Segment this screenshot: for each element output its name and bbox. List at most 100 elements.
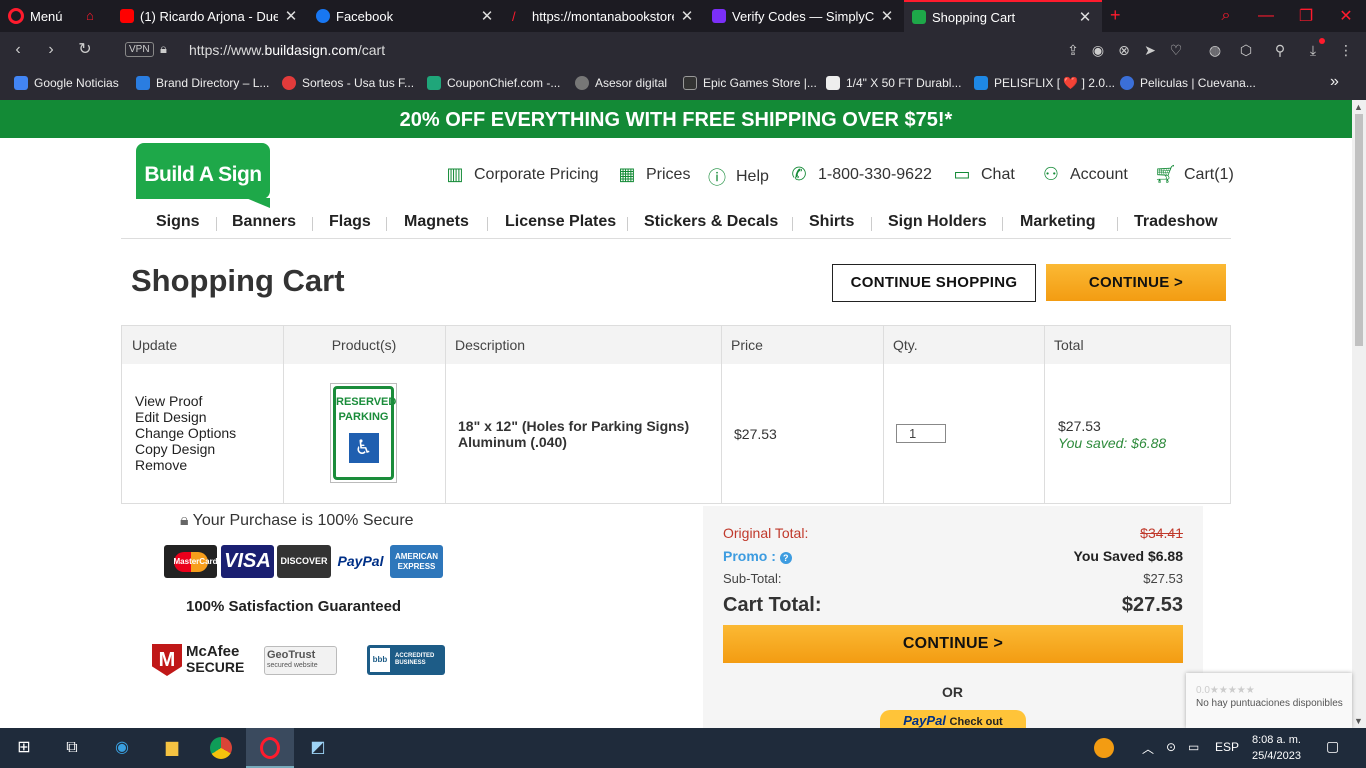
tray-expand-icon[interactable]: ︿ bbox=[1142, 740, 1154, 757]
language-indicator[interactable]: ESP bbox=[1215, 740, 1239, 754]
opera-menu-button[interactable]: Menú bbox=[8, 0, 63, 32]
close-window-icon[interactable]: ✕ bbox=[1326, 0, 1366, 32]
adblock-icon[interactable]: ⊗ bbox=[1115, 41, 1133, 59]
globe-icon[interactable]: ◍ bbox=[1206, 41, 1224, 59]
bookmark-item[interactable]: Google Noticias bbox=[14, 76, 119, 90]
nav-banners[interactable]: Banners bbox=[232, 213, 296, 231]
restore-icon[interactable]: ❐ bbox=[1286, 0, 1326, 32]
cart-link[interactable]: 🛒︎ Cart(1) bbox=[1154, 164, 1234, 185]
close-tab-icon[interactable]: ✕ bbox=[1078, 8, 1092, 26]
tray-help-icon[interactable]: ⊙ bbox=[1166, 740, 1176, 754]
promo-link[interactable]: Promo : ? bbox=[723, 548, 792, 564]
buildasign-logo[interactable]: Build A Sign bbox=[136, 143, 270, 199]
windows-start-icon[interactable]: ⊞ bbox=[12, 736, 36, 760]
remove-link[interactable]: Remove bbox=[135, 457, 236, 473]
send-icon[interactable]: ➤ bbox=[1141, 41, 1159, 59]
phone-link[interactable]: ✆ 1-800-330-9622 bbox=[788, 164, 931, 185]
help-link[interactable]: ⓘ Help bbox=[706, 164, 769, 190]
file-explorer-icon[interactable]: ▆ bbox=[160, 736, 184, 760]
gamepad-icon[interactable]: ⌂ bbox=[86, 8, 94, 23]
more-menu-icon[interactable]: ⋮ bbox=[1337, 41, 1355, 59]
continue-shopping-button[interactable]: CONTINUE SHOPPING bbox=[832, 264, 1036, 302]
close-tab-icon[interactable]: ✕ bbox=[480, 7, 494, 25]
mcafee-badge[interactable]: M McAfee SECURE bbox=[152, 642, 244, 678]
task-view-icon[interactable]: ⧉ bbox=[60, 736, 84, 760]
lock-icon[interactable]: 🔒︎ bbox=[160, 41, 167, 57]
heart-icon[interactable]: ♡ bbox=[1167, 41, 1185, 59]
forward-icon[interactable]: › bbox=[41, 40, 61, 60]
copy-design-link[interactable]: Copy Design bbox=[135, 441, 236, 457]
bookmark-item[interactable]: Brand Directory – L... bbox=[136, 76, 269, 90]
search-tabs-icon[interactable]: ⌕ bbox=[1206, 0, 1246, 32]
geotrust-badge[interactable]: GeoTrust secured website bbox=[264, 646, 337, 675]
chat-link[interactable]: ▭ Chat bbox=[951, 164, 1014, 185]
reload-icon[interactable]: ↻ bbox=[75, 40, 95, 60]
tab-youtube[interactable]: (1) Ricardo Arjona - Duerm ✕ bbox=[112, 0, 308, 32]
edit-design-link[interactable]: Edit Design bbox=[135, 409, 236, 425]
bbb-badge[interactable]: bbb ACCREDITED BUSINESS bbox=[367, 645, 445, 675]
nav-license-plates[interactable]: License Plates bbox=[505, 213, 616, 231]
weather-icon[interactable] bbox=[1092, 736, 1116, 760]
nav-signs[interactable]: Signs bbox=[156, 213, 200, 231]
nav-flags[interactable]: Flags bbox=[329, 213, 371, 231]
edge-icon[interactable]: ◉ bbox=[110, 736, 134, 760]
url-field[interactable]: https://www.buildasign.com/cart bbox=[189, 42, 385, 58]
quantity-input[interactable] bbox=[896, 424, 946, 443]
chrome-icon[interactable] bbox=[209, 736, 233, 760]
account-link[interactable]: ⚇ Account bbox=[1040, 164, 1128, 185]
close-tab-icon[interactable]: ✕ bbox=[880, 7, 894, 25]
close-tab-icon[interactable]: ✕ bbox=[680, 7, 694, 25]
new-tab-button[interactable]: + bbox=[1110, 5, 1121, 26]
nav-tradeshow[interactable]: Tradeshow bbox=[1134, 213, 1218, 231]
profile-icon[interactable]: ⚲ bbox=[1271, 41, 1289, 59]
tab-montanabookstore[interactable]: / https://montanabookstore. ✕ bbox=[504, 0, 704, 32]
view-proof-link[interactable]: View Proof bbox=[135, 393, 236, 409]
notifications-icon[interactable]: ▢ bbox=[1326, 738, 1339, 755]
minimize-icon[interactable]: — bbox=[1246, 0, 1286, 32]
nav-magnets[interactable]: Magnets bbox=[404, 213, 469, 231]
nav-stickers-decals[interactable]: Stickers & Decals bbox=[644, 213, 778, 231]
subtotal-value: $27.53 bbox=[1143, 571, 1183, 586]
bookmark-item[interactable]: PELISFLIX [ ❤️ ] 2.0... bbox=[974, 76, 1115, 90]
corporate-pricing-link[interactable]: ▥ Corporate Pricing bbox=[444, 164, 598, 185]
rating-widget[interactable]: 0.0★★★★★ No hay puntuaciones disponibles bbox=[1186, 673, 1352, 728]
help-icon[interactable]: ? bbox=[779, 552, 792, 564]
bookmark-item[interactable]: CouponChief.com -... bbox=[427, 76, 560, 90]
scroll-up-icon[interactable]: ▲ bbox=[1354, 102, 1363, 112]
nav-shirts[interactable]: Shirts bbox=[809, 213, 854, 231]
vpn-badge[interactable]: VPN bbox=[125, 42, 154, 57]
notepad-icon[interactable]: ◩ bbox=[306, 736, 330, 760]
paypal-checkout-button[interactable]: PayPal Check out bbox=[880, 710, 1026, 730]
close-tab-icon[interactable]: ✕ bbox=[284, 7, 298, 25]
page-scrollbar[interactable]: ▲ ▼ bbox=[1352, 100, 1366, 728]
bookmark-item[interactable]: Epic Games Store |... bbox=[683, 76, 817, 90]
prices-link[interactable]: ▦ Prices bbox=[616, 164, 690, 185]
bookmark-item[interactable]: Sorteos - Usa tus F... bbox=[282, 76, 414, 90]
scroll-down-icon[interactable]: ▼ bbox=[1354, 716, 1363, 726]
product-thumbnail[interactable]: RESERVED PARKING ♿︎ bbox=[330, 383, 397, 483]
tab-facebook[interactable]: Facebook ✕ bbox=[308, 0, 504, 32]
nav-sign-holders[interactable]: Sign Holders bbox=[888, 213, 987, 231]
bookmark-item[interactable]: Asesor digital bbox=[575, 76, 667, 90]
continue-button-top[interactable]: CONTINUE > bbox=[1046, 264, 1226, 301]
back-icon[interactable]: ‹ bbox=[8, 40, 28, 60]
bookmark-item[interactable]: Peliculas | Cuevana... bbox=[1120, 76, 1256, 90]
download-icon[interactable]: ⤓ bbox=[1304, 41, 1322, 59]
system-clock[interactable]: 8:08 a. m. 25/4/2023 bbox=[1252, 732, 1301, 764]
cube-icon[interactable]: ⬡ bbox=[1237, 41, 1255, 59]
tab-shopping-cart[interactable]: Shopping Cart ✕ bbox=[904, 0, 1102, 32]
change-options-link[interactable]: Change Options bbox=[135, 425, 236, 441]
nav-marketing[interactable]: Marketing bbox=[1020, 213, 1096, 231]
camera-icon[interactable]: ◉ bbox=[1089, 41, 1107, 59]
column-divider bbox=[721, 326, 722, 503]
continue-button-bottom[interactable]: CONTINUE > bbox=[723, 625, 1183, 663]
phone-icon: ✆ bbox=[791, 164, 807, 184]
scroll-thumb[interactable] bbox=[1355, 114, 1363, 346]
tab-verify-codes[interactable]: Verify Codes — SimplyCod ✕ bbox=[704, 0, 904, 32]
bookmarks-more-button[interactable]: » bbox=[1330, 73, 1339, 91]
network-icon[interactable]: ▭ bbox=[1188, 740, 1199, 754]
share-icon[interactable]: ⇪ bbox=[1064, 41, 1082, 59]
promo-banner[interactable]: 20% OFF EVERYTHING WITH FREE SHIPPING OV… bbox=[0, 100, 1352, 138]
opera-taskbar-icon[interactable] bbox=[246, 728, 294, 768]
bookmark-item[interactable]: 1/4" X 50 FT Durabl... bbox=[826, 76, 961, 90]
